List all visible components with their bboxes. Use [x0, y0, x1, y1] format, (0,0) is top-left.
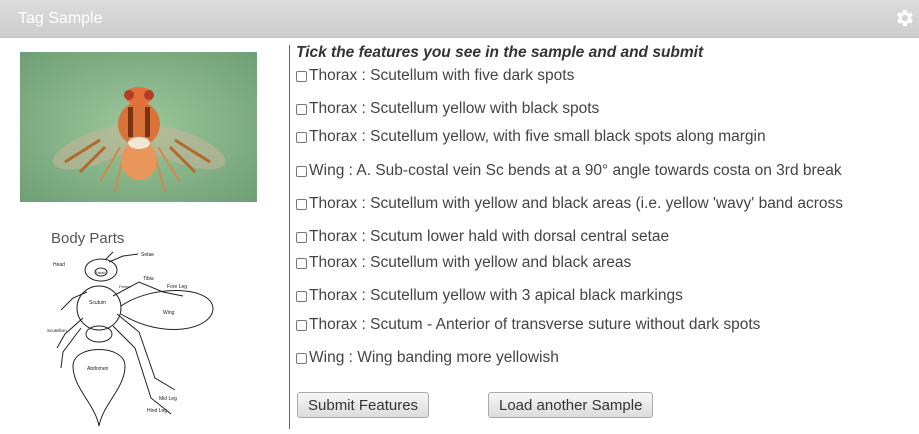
- feature-option[interactable]: Thorax : Scutum lower hald with dorsal c…: [296, 228, 669, 246]
- diagram-label-tibia: Tibia: [143, 276, 154, 282]
- feature-checkbox[interactable]: [296, 165, 307, 177]
- diagram-label-head-inner: Head: [96, 270, 106, 275]
- feature-checkbox[interactable]: [296, 319, 307, 331]
- feature-label: Thorax : Scutellum with five dark spots: [309, 67, 575, 84]
- feature-option[interactable]: Thorax : Scutellum yellow, with five sma…: [296, 128, 766, 146]
- feature-option[interactable]: Thorax : Scutellum with yellow and black…: [296, 254, 631, 272]
- diagram-label-hind-leg: Hind Leg: [147, 408, 167, 414]
- feature-label: Thorax : Scutellum yellow with 3 apical …: [309, 287, 683, 304]
- sample-photo: [20, 52, 257, 202]
- feature-checkbox[interactable]: [296, 257, 307, 269]
- body-parts-label: Body Parts: [51, 230, 125, 247]
- body-parts-diagram: Head Head Setae Tibia Femur Fore Leg Scu…: [47, 251, 214, 427]
- feature-label: Thorax : Scutellum yellow, with five sma…: [309, 128, 766, 145]
- feature-checkbox[interactable]: [296, 103, 307, 115]
- submit-features-button[interactable]: Submit Features: [297, 392, 430, 418]
- sample-panel: Body Parts Head Head Setae Tibia Femur F…: [8, 40, 288, 434]
- diagram-label-wing: Wing: [163, 310, 175, 316]
- diagram-label-head: Head: [53, 262, 65, 268]
- feature-checkbox[interactable]: [296, 231, 307, 243]
- diagram-label-mid-leg: Mid Leg: [159, 396, 177, 402]
- panel-divider: [289, 45, 290, 429]
- feature-label: Wing : Wing banding more yellowish: [309, 349, 559, 366]
- diagram-label-femur: Femur: [119, 284, 131, 289]
- feature-option[interactable]: Wing : Wing banding more yellowish: [296, 349, 559, 367]
- feature-option[interactable]: Thorax : Scutellum yellow with black spo…: [296, 100, 599, 118]
- gear-icon[interactable]: [893, 7, 915, 29]
- diagram-label-fore-leg: Fore Leg: [167, 284, 187, 290]
- feature-option[interactable]: Wing : A. Sub-costal vein Sc bends at a …: [296, 162, 842, 180]
- form-heading: Tick the features you see in the sample …: [296, 44, 704, 61]
- feature-label: Thorax : Scutum - Anterior of transverse…: [309, 316, 761, 333]
- feature-checkbox[interactable]: [296, 70, 307, 82]
- panel-header: Tag Sample: [0, 0, 919, 38]
- feature-checkbox[interactable]: [296, 352, 307, 364]
- feature-label: Thorax : Scutum lower hald with dorsal c…: [309, 228, 670, 245]
- feature-option[interactable]: Thorax : Scutellum with five dark spots: [296, 67, 574, 85]
- feature-option[interactable]: Thorax : Scutum - Anterior of transverse…: [296, 316, 760, 334]
- feature-checkbox[interactable]: [296, 198, 307, 210]
- feature-checkbox[interactable]: [296, 131, 307, 143]
- feature-checkbox[interactable]: [296, 290, 307, 302]
- feature-label: Wing : A. Sub-costal vein Sc bends at a …: [309, 162, 842, 179]
- panel-title: Tag Sample: [18, 10, 103, 27]
- feature-label: Thorax : Scutellum with yellow and black…: [309, 254, 632, 271]
- feature-option[interactable]: Thorax : Scutellum yellow with 3 apical …: [296, 287, 683, 305]
- diagram-label-setae: Setae: [141, 252, 154, 258]
- diagram-label-scutum: Scutum: [89, 300, 106, 306]
- feature-label: Thorax : Scutellum with yellow and black…: [309, 195, 844, 212]
- feature-option[interactable]: Thorax : Scutellum with yellow and black…: [296, 195, 843, 213]
- diagram-label-scutellum: Scutellum: [47, 328, 67, 333]
- load-another-sample-button[interactable]: Load another Sample: [488, 392, 654, 418]
- diagram-label-abdomen: Abdomen: [87, 366, 109, 372]
- feature-label: Thorax : Scutellum yellow with black spo…: [309, 100, 600, 117]
